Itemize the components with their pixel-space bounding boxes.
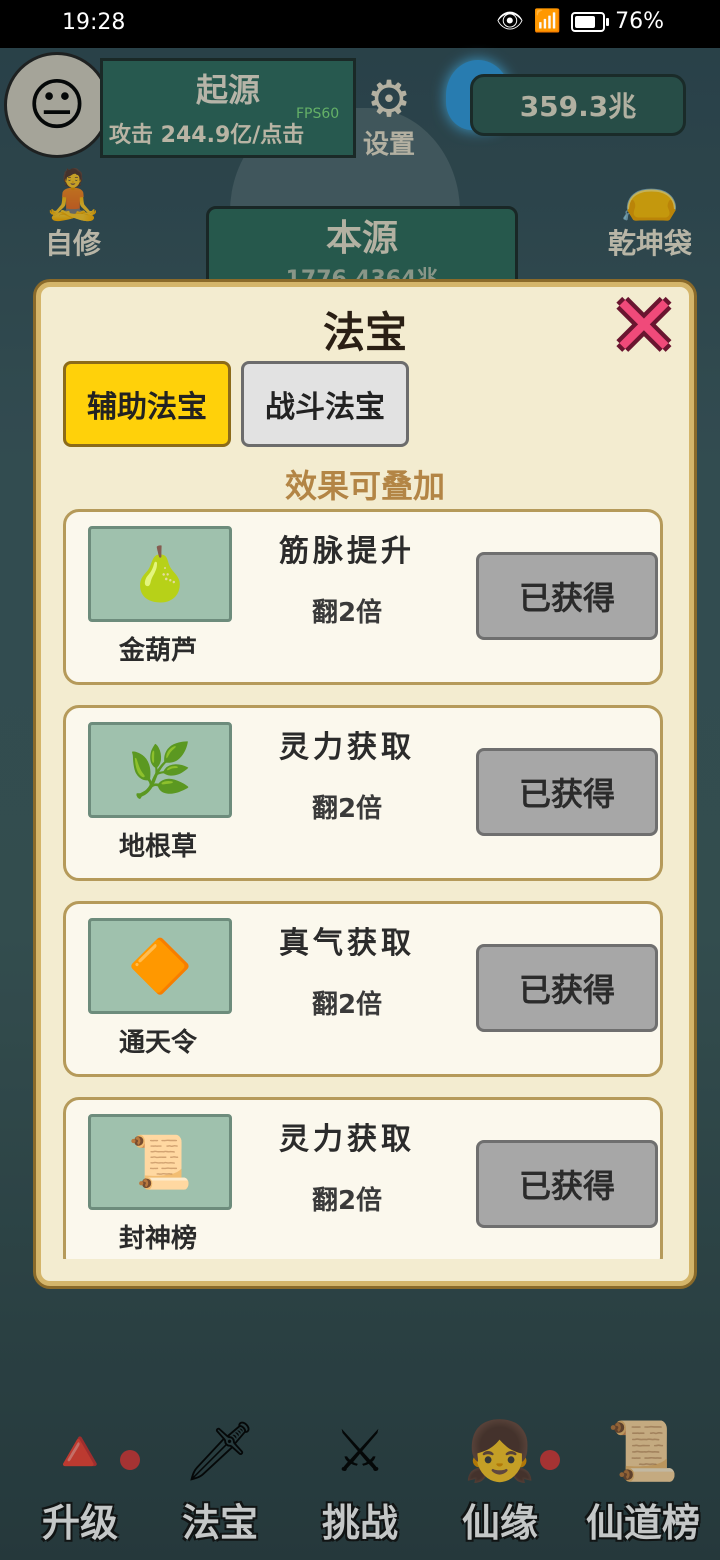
treasure-list[interactable]: 🍐 金葫芦 筋脉提升 翻2倍 已获得 🌿 地根草 灵力获取 翻2倍 已获得 🔶 … <box>63 509 663 1259</box>
status-bar: 19:28 👁 📶 76% <box>0 0 720 48</box>
status-time: 19:28 <box>62 10 126 35</box>
status-icons: 👁 📶 76% <box>496 9 664 34</box>
item-effect: 筋脉提升 <box>279 534 415 569</box>
gourd-icon: 🍐 <box>88 526 232 622</box>
item-name: 封神榜 <box>118 1224 197 1254</box>
wifi-icon: 📶 <box>533 9 562 34</box>
stack-note: 效果可叠加 <box>284 467 445 505</box>
item-effect: 真气获取 <box>279 926 415 961</box>
list-item: 🌿 地根草 灵力获取 翻2倍 已获得 <box>63 705 663 881</box>
item-name: 地根草 <box>118 832 197 862</box>
item-multiplier: 翻2倍 <box>311 598 383 628</box>
scroll-icon: 📜 <box>88 1114 232 1210</box>
list-item: 🍐 金葫芦 筋脉提升 翻2倍 已获得 <box>63 509 663 685</box>
obtained-button[interactable]: 已获得 <box>476 748 658 836</box>
item-effect: 灵力获取 <box>279 1122 415 1157</box>
item-multiplier: 翻2倍 <box>311 990 383 1020</box>
obtained-button[interactable]: 已获得 <box>476 1140 658 1228</box>
obtained-button[interactable]: 已获得 <box>476 552 658 640</box>
list-item: 📜 封神榜 灵力获取 翻2倍 已获得 <box>63 1097 663 1259</box>
treasure-modal: 法宝 ✕ 辅助法宝 战斗法宝 效果可叠加 🍐 金葫芦 筋脉提升 翻2倍 已获得 … <box>36 282 694 1286</box>
eye-icon: 👁 <box>495 9 524 34</box>
tab-combat-treasure[interactable]: 战斗法宝 <box>241 361 409 447</box>
battery-percent: 76% <box>615 9 664 34</box>
modal-title: 法宝 <box>322 308 407 357</box>
token-icon: 🔶 <box>88 918 232 1014</box>
tab-support-treasure[interactable]: 辅助法宝 <box>63 361 231 447</box>
close-icon[interactable]: ✕ <box>607 284 681 368</box>
obtained-button[interactable]: 已获得 <box>476 944 658 1032</box>
item-name: 金葫芦 <box>118 636 197 666</box>
item-effect: 灵力获取 <box>279 730 415 765</box>
battery-icon <box>571 11 610 32</box>
item-multiplier: 翻2倍 <box>311 1186 383 1216</box>
list-item: 🔶 通天令 真气获取 翻2倍 已获得 <box>63 901 663 1077</box>
item-name: 通天令 <box>118 1028 197 1058</box>
item-multiplier: 翻2倍 <box>311 794 383 824</box>
herb-icon: 🌿 <box>88 722 232 818</box>
